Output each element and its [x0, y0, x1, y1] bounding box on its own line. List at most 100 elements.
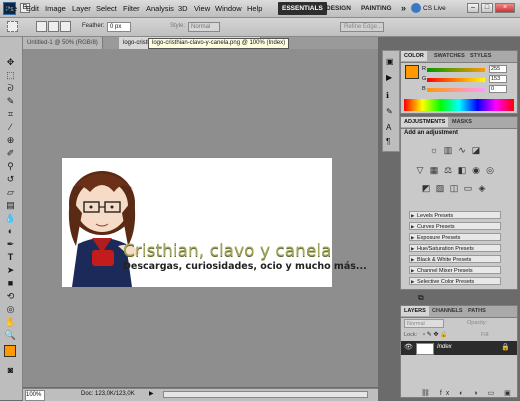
menu-layer[interactable]: Layer	[72, 3, 91, 14]
invert-icon[interactable]: ◩	[421, 183, 431, 193]
add-selection-icon[interactable]	[48, 21, 59, 32]
marquee-tool-icon[interactable]	[7, 21, 18, 32]
black-white-icon[interactable]: ◧	[457, 165, 467, 175]
pen-tool-icon[interactable]: ✒	[4, 239, 17, 250]
status-menu-icon[interactable]: ▶	[149, 389, 154, 400]
channel-g-slider[interactable]	[427, 78, 485, 82]
menu-help[interactable]: Help	[247, 3, 262, 14]
hand-tool-icon[interactable]: ✋	[4, 317, 17, 328]
brightness-icon[interactable]: ☼	[429, 145, 439, 155]
history-panel-icon[interactable]: ▣	[386, 57, 394, 66]
subtract-selection-icon[interactable]	[60, 21, 71, 32]
lasso-tool-icon[interactable]: ᘐ	[4, 83, 17, 94]
preset-channel-mixer[interactable]: Channel Mixer Presets	[409, 266, 501, 275]
path-selection-tool-icon[interactable]: ➤	[4, 265, 17, 276]
brush-tool-icon[interactable]: ✐	[4, 148, 17, 159]
marquee-tool-icon[interactable]: ⬚	[4, 70, 17, 81]
zoom-field[interactable]: 100%	[25, 390, 45, 401]
preset-hue-saturation[interactable]: Hue/Saturation Presets	[409, 244, 501, 253]
maximize-button[interactable]: □	[481, 3, 493, 13]
horizontal-scrollbar[interactable]	[163, 391, 368, 398]
menu-select[interactable]: Select	[96, 3, 117, 14]
tab-paths[interactable]: PATHS	[465, 306, 489, 316]
feather-input[interactable]: 0 px	[107, 22, 131, 32]
menu-view[interactable]: View	[194, 3, 210, 14]
workspace-essentials[interactable]: ESSENTIALS	[278, 2, 327, 15]
eyedropper-tool-icon[interactable]: ⁄	[4, 122, 17, 133]
history-brush-tool-icon[interactable]: ↺	[4, 174, 17, 185]
quick-mask-icon[interactable]: ◙	[4, 365, 17, 376]
clip-to-layer-icon[interactable]: ⧉	[418, 293, 424, 303]
channel-r-value[interactable]: 255	[489, 65, 507, 73]
3d-rotate-tool-icon[interactable]: ⟲	[4, 291, 17, 302]
preset-black-white[interactable]: Black & White Presets	[409, 255, 501, 264]
levels-icon[interactable]: ▥	[443, 145, 453, 155]
clone-stamp-tool-icon[interactable]: ⚲	[4, 161, 17, 172]
shape-tool-icon[interactable]: ■	[4, 278, 17, 289]
cslive-button[interactable]: CS Live	[423, 3, 446, 14]
layer-name[interactable]: Index	[437, 344, 452, 350]
minimize-button[interactable]: –	[467, 3, 479, 13]
menu-file[interactable]: File	[5, 3, 17, 14]
menu-filter[interactable]: Filter	[123, 3, 140, 14]
close-button[interactable]: ×	[495, 3, 515, 13]
menu-window[interactable]: Window	[215, 3, 242, 14]
channel-r-slider[interactable]	[427, 68, 485, 72]
tab-masks[interactable]: MASKS	[449, 117, 475, 127]
channel-b-slider[interactable]	[427, 88, 485, 92]
dodge-tool-icon[interactable]: ◐	[4, 226, 17, 237]
posterize-icon[interactable]: ▨	[435, 183, 445, 193]
gradient-tool-icon[interactable]: ▤	[4, 200, 17, 211]
tab-channels[interactable]: CHANNELS	[429, 306, 466, 316]
info-panel-icon[interactable]: ℹ	[386, 91, 389, 100]
selective-color-icon[interactable]: ◈	[477, 183, 487, 193]
menu-analysis[interactable]: Analysis	[146, 3, 174, 14]
zoom-tool-icon[interactable]: 🔍	[4, 330, 17, 341]
color-spectrum[interactable]	[404, 99, 514, 111]
layers-footer-icons[interactable]: ⛓ fx ◐ ◑ ▭ ▣ 🗑	[421, 389, 520, 397]
photo-filter-icon[interactable]: ◉	[471, 165, 481, 175]
blend-mode-select[interactable]: Normal	[404, 319, 444, 328]
actions-panel-icon[interactable]: ▶	[386, 73, 392, 82]
gradient-map-icon[interactable]: ▭	[463, 183, 473, 193]
lock-icons[interactable]: ▫ ✎ ✥ 🔒	[423, 331, 448, 338]
channel-g-value[interactable]: 153	[489, 75, 507, 83]
exposure-icon[interactable]: ◪	[471, 145, 481, 155]
threshold-icon[interactable]: ◫	[449, 183, 459, 193]
eraser-tool-icon[interactable]: ▱	[4, 187, 17, 198]
tab-adjustments[interactable]: ADJUSTMENTS	[401, 117, 449, 127]
tab-color[interactable]: COLOR	[401, 51, 427, 61]
vibrance-icon[interactable]: ▽	[415, 165, 425, 175]
character-panel-icon[interactable]: A	[386, 123, 391, 132]
brush-panel-icon[interactable]: ✎	[386, 107, 393, 116]
preset-levels[interactable]: Levels Presets	[409, 211, 501, 220]
new-selection-icon[interactable]	[36, 21, 47, 32]
blur-tool-icon[interactable]: 💧	[4, 213, 17, 224]
channel-b-value[interactable]: 0	[489, 85, 507, 93]
preset-exposure[interactable]: Exposure Presets	[409, 233, 501, 242]
crop-tool-icon[interactable]: ⌗	[4, 109, 17, 120]
tab-styles[interactable]: STYLES	[467, 51, 494, 61]
hue-saturation-icon[interactable]: ▦	[429, 165, 439, 175]
type-tool-icon[interactable]: T	[4, 252, 17, 263]
visibility-eye-icon[interactable]: 👁	[404, 343, 413, 351]
tab-layers[interactable]: LAYERS	[401, 306, 429, 316]
preset-selective-color[interactable]: Selective Color Presets	[409, 277, 501, 286]
color-foreground-swatch[interactable]	[405, 65, 419, 79]
color-balance-icon[interactable]: ⚖	[443, 165, 453, 175]
menu-image[interactable]: Image	[45, 3, 66, 14]
channel-mixer-icon[interactable]: ◎	[485, 165, 495, 175]
tab-swatches[interactable]: SWATCHES	[431, 51, 468, 61]
layer-row[interactable]: 👁 Index 🔒	[401, 341, 517, 355]
more-workspaces-button[interactable]: »	[397, 2, 410, 15]
document-canvas[interactable]: Cristhian, clavo y canela Descargas, cur…	[62, 158, 367, 287]
3d-orbit-tool-icon[interactable]: ◎	[4, 304, 17, 315]
healing-brush-tool-icon[interactable]: ⊕	[4, 135, 17, 146]
move-tool-icon[interactable]: ✥	[4, 57, 17, 68]
preset-curves[interactable]: Curves Presets	[409, 222, 501, 231]
workspace-design[interactable]: DESIGN	[322, 2, 355, 15]
menu-3d[interactable]: 3D	[178, 3, 188, 14]
curves-icon[interactable]: ∿	[457, 145, 467, 155]
workspace-painting[interactable]: PAINTING	[357, 2, 396, 15]
foreground-color-swatch[interactable]	[4, 345, 16, 357]
